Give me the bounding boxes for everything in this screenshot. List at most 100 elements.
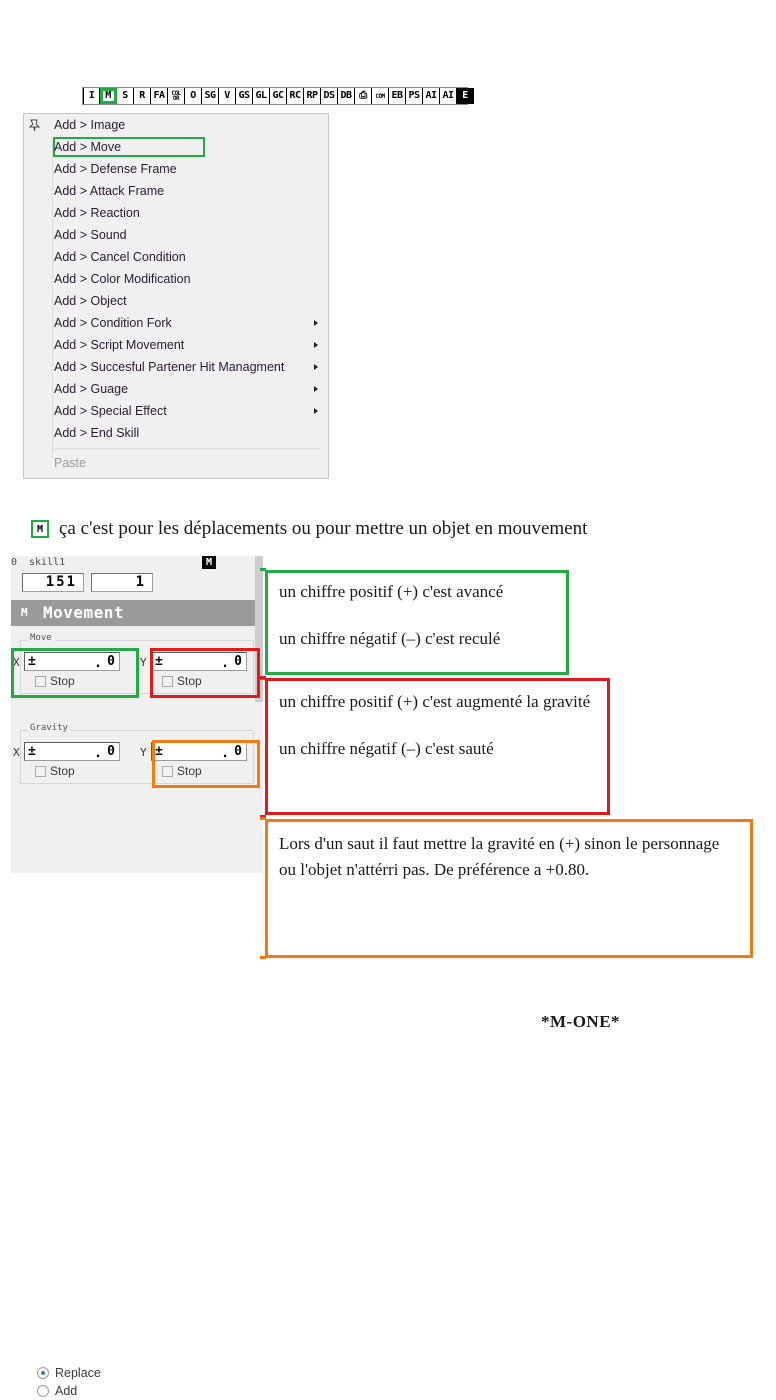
radio-replace[interactable]: Replace <box>37 1364 101 1382</box>
menu-item[interactable]: Add > Color Modification <box>24 268 328 290</box>
apply-mode-radio-group[interactable]: Replace Add <box>37 1364 101 1400</box>
menu-item[interactable]: Add > Attack Frame <box>24 180 328 202</box>
menu-item-label: Add > Condition Fork <box>54 316 172 330</box>
note-orange-line1: Lors d'un saut il faut mettre la gravité… <box>279 834 720 880</box>
note-jump-gravity: Lors d'un saut il faut mettre la gravité… <box>265 819 753 958</box>
submenu-arrow-icon <box>314 364 318 370</box>
toolbar-button-ai[interactable]: AI <box>440 88 457 104</box>
movement-code: M <box>21 606 28 619</box>
note-move-axis: un chiffre positif (+) c'est avancé un c… <box>265 570 569 675</box>
note-green-line2: un chiffre négatif (–) c'est reculé <box>279 628 501 648</box>
menu-item[interactable]: Add > End Skill <box>24 422 328 444</box>
menu-item[interactable]: Add > Script Movement <box>24 334 328 356</box>
note-gravity-axis: un chiffre positif (+) c'est augmenté la… <box>265 678 610 815</box>
move-badge-icon: M <box>31 520 49 538</box>
menu-item-label: Add > Color Modification <box>54 272 191 286</box>
submenu-arrow-icon <box>314 342 318 348</box>
toolbar-button-ds[interactable]: DS <box>321 88 338 104</box>
radio-replace-dot-icon[interactable] <box>37 1367 49 1379</box>
submenu-arrow-icon <box>314 320 318 326</box>
toolbar-button-rp[interactable]: RP <box>304 88 321 104</box>
gravity-x-stop-label: Stop <box>50 764 75 778</box>
menu-item-label: Add > Reaction <box>54 206 140 220</box>
radio-add-dot-icon[interactable] <box>37 1385 49 1397</box>
radio-replace-label: Replace <box>55 1366 101 1380</box>
submenu-arrow-icon <box>314 408 318 414</box>
toolbar-button-gs[interactable]: GS <box>236 88 253 104</box>
toolbar-button-r[interactable]: R <box>134 88 151 104</box>
radio-add[interactable]: Add <box>37 1382 101 1400</box>
menu-item[interactable]: Add > Succesful Partener Hit Managment <box>24 356 328 378</box>
gravity-x-sign: ± <box>28 744 36 759</box>
toolbar-button-i[interactable]: I <box>83 88 100 104</box>
menu-item[interactable]: Add > Guage <box>24 378 328 400</box>
highlight-move-y <box>150 648 260 698</box>
frame-total-field[interactable]: 151 <box>22 573 84 592</box>
toolbar-button-e[interactable]: E <box>457 88 474 104</box>
caption-text: ça c'est pour les déplacements ou pour m… <box>59 518 588 539</box>
toolbar-button-o[interactable]: O <box>185 88 202 104</box>
toolbar-button-ps[interactable]: PS <box>406 88 423 104</box>
menu-item[interactable]: Add > Condition Fork <box>24 312 328 334</box>
menu-item-label: Add > Move <box>54 140 122 154</box>
menu-item-label: Add > Guage <box>54 382 129 396</box>
gravity-group-label: Gravity <box>27 723 71 733</box>
toolbar-button-sg[interactable]: SG <box>202 88 219 104</box>
toolbar-button-gl[interactable]: GL <box>253 88 270 104</box>
radio-add-label: Add <box>55 1384 78 1398</box>
menu-item-paste: Paste <box>24 452 328 474</box>
note-red-line2: un chiffre négatif (–) c'est sauté <box>279 738 494 758</box>
context-menu[interactable]: Add > Image Add > Move Add > Defense Frame… <box>23 113 329 479</box>
menu-item-label: Add > Special Effect <box>54 404 167 418</box>
toolbar-button-gc[interactable]: GC <box>270 88 287 104</box>
menu-item[interactable]: Add > Reaction <box>24 202 328 224</box>
menu-item[interactable]: Add > Sound <box>24 224 328 246</box>
panel-top-bar: 0 skill1 M <box>11 556 263 572</box>
mode-chip-icon: M <box>202 556 216 569</box>
skill-toolbar[interactable]: I M S R FA COL OR O SG V GS GL GC RC RP DS DB ⎙ COM EB PS AI A… <box>82 87 474 105</box>
toolbar-button-line: COM <box>375 92 385 100</box>
movement-title-label: Movement <box>43 603 125 622</box>
toolbar-button-s[interactable]: S <box>117 88 134 104</box>
move-y-axis-label: Y <box>140 656 147 669</box>
highlight-gravity-y <box>152 740 260 788</box>
toolbar-button-⎙[interactable]: ⎙ <box>355 88 372 104</box>
numeric-fields-row[interactable]: 151 1 <box>11 572 263 594</box>
menu-item-label: Add > Sound <box>54 228 127 242</box>
toolbar-button-db[interactable]: DB <box>338 88 355 104</box>
gravity-y-axis-label: Y <box>140 746 147 759</box>
movement-properties-panel[interactable]: 0 skill1 M 151 1 M Movement Move Gravity… <box>11 556 263 1398</box>
menu-item-list[interactable]: Add > Image Add > Move Add > Defense Frame… <box>24 114 328 474</box>
gravity-x-decimal: . <box>94 746 102 761</box>
toolbar-button-com[interactable]: COM <box>372 88 389 104</box>
menu-item[interactable]: Add > Defense Frame <box>24 158 328 180</box>
menu-item-label: Add > Cancel Condition <box>54 250 186 264</box>
toolbar-button-m[interactable]: M <box>100 88 117 104</box>
note-red-line1: un chiffre positif (+) c'est augmenté la… <box>279 692 591 711</box>
toolbar-button-v[interactable]: V <box>219 88 236 104</box>
menu-item-label: Add > Image <box>54 118 126 132</box>
menu-item[interactable]: Add > Move <box>24 136 328 158</box>
toolbar-button-col-or[interactable]: COL OR <box>168 88 185 104</box>
menu-item-label: Add > Defense Frame <box>54 162 177 176</box>
toolbar-button-line: OR <box>172 95 180 102</box>
author-signature: *M-ONE* <box>541 1012 621 1031</box>
menu-separator <box>54 448 320 449</box>
menu-item[interactable]: Add > Special Effect <box>24 400 328 422</box>
gravity-x-stop-box-icon[interactable] <box>35 765 46 777</box>
skill-index: 0 <box>11 557 18 568</box>
toolbar-button-eb[interactable]: EB <box>389 88 406 104</box>
frame-current-field[interactable]: 1 <box>91 573 153 592</box>
menu-item-label: Add > Object <box>54 294 127 308</box>
gravity-x-axis-label: X <box>13 746 20 759</box>
menu-item[interactable]: Add > Object <box>24 290 328 312</box>
gravity-x-stop-checkbox[interactable]: Stop <box>35 764 75 778</box>
toolbar-button-rc[interactable]: RC <box>287 88 304 104</box>
gravity-x-input[interactable]: ± . 0 <box>24 742 120 761</box>
caption-row: M ça c'est pour les déplacements ou pour… <box>31 518 587 540</box>
move-group-label: Move <box>27 633 55 643</box>
toolbar-button-fa[interactable]: FA <box>151 88 168 104</box>
toolbar-button-ai[interactable]: AI <box>423 88 440 104</box>
menu-item[interactable]: Add > Cancel Condition <box>24 246 328 268</box>
menu-item[interactable]: Add > Image <box>24 114 328 136</box>
